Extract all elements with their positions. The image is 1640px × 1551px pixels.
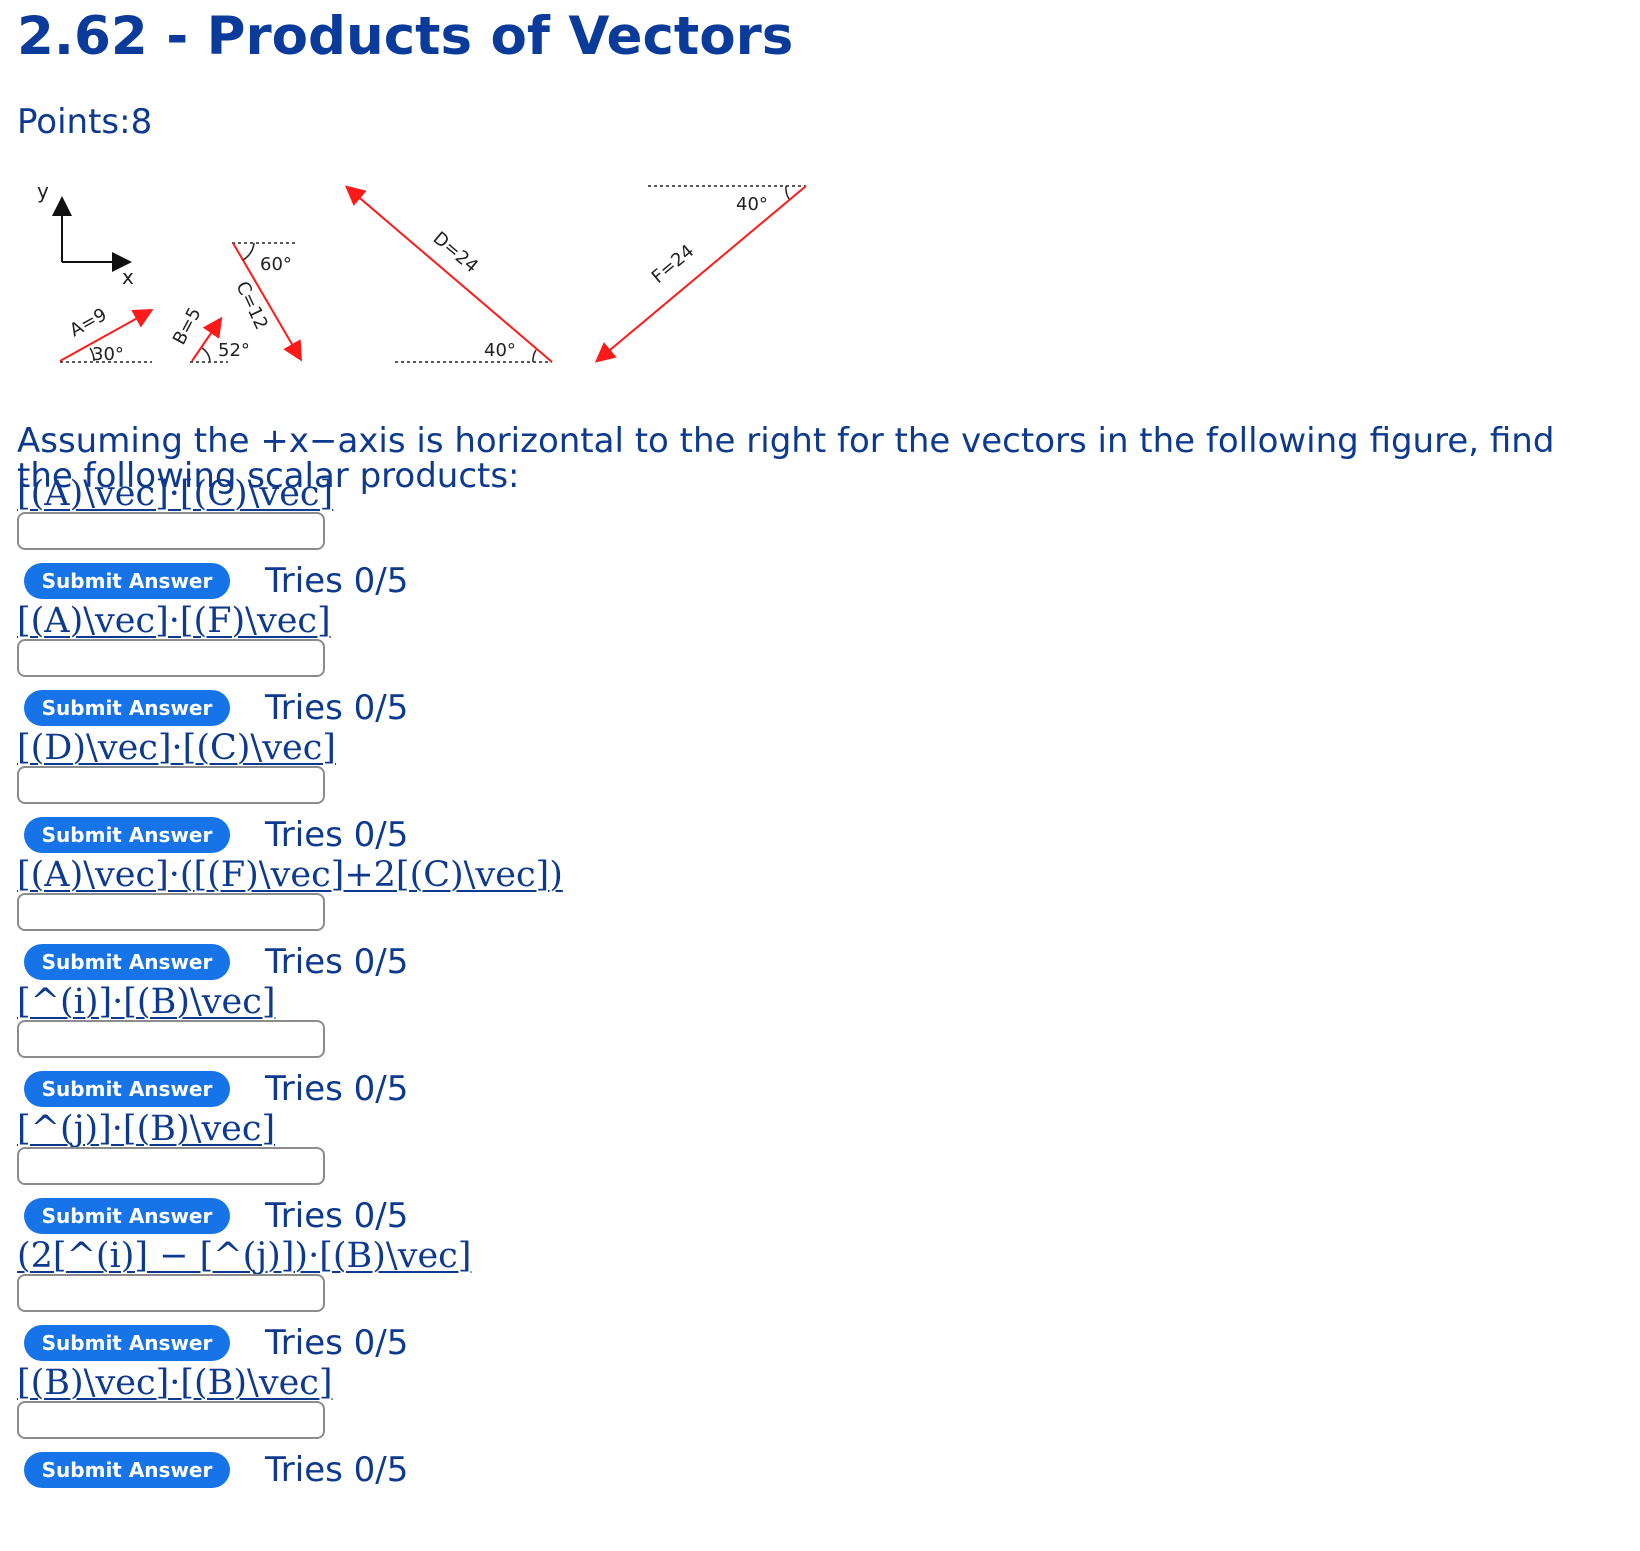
tries-counter: Tries 0/5 [265,688,409,728]
submit-answer-button[interactable]: Submit Answer [24,817,230,853]
tries-counter: Tries 0/5 [265,815,409,855]
question-6: [^(j)]·[(B)\vec] Submit Answer Tries 0/5 [17,1109,1217,1239]
question-1: [(A)\vec]·[(C)\vec] Submit Answer Tries … [17,474,1217,604]
vector-a-angle: 30° [92,344,124,365]
page-title: 2.62 - Products of Vectors [17,6,794,67]
submit-answer-button[interactable]: Submit Answer [24,1071,230,1107]
question-7: (2[^(i)] − [^(j)])·[(B)\vec] Submit Answ… [17,1236,1217,1366]
vector-a: 30° A=9 [59,304,154,365]
question-4: [(A)\vec]·([(F)\vec]+2[(C)\vec]) Submit … [17,855,1217,985]
question-expression: [(A)\vec]·[(C)\vec] [17,474,334,514]
answer-input[interactable] [17,893,325,931]
answer-input[interactable] [17,1020,325,1058]
question-expression: [(A)\vec]·[(F)\vec] [17,601,331,641]
submit-answer-button[interactable]: Submit Answer [24,1325,230,1361]
submit-answer-button[interactable]: Submit Answer [24,1198,230,1234]
vector-d-label: D=24 [429,228,482,277]
submit-answer-button[interactable]: Submit Answer [24,690,230,726]
vector-b-label: B=5 [169,304,206,348]
question-expression: [(D)\vec]·[(C)\vec] [17,728,336,768]
tries-counter: Tries 0/5 [265,1196,409,1236]
vector-f-angle: 40° [736,194,768,215]
question-5: [^(i)]·[(B)\vec] Submit Answer Tries 0/5 [17,982,1217,1112]
vector-f-label: F=24 [648,241,699,288]
vector-b-angle: 52° [218,340,250,361]
question-expression: [(B)\vec]·[(B)\vec] [17,1363,333,1403]
answer-input[interactable] [17,1274,325,1312]
vector-f: 40° F=24 [594,185,807,363]
submit-answer-button[interactable]: Submit Answer [24,563,230,599]
question-8: [(B)\vec]·[(B)\vec] Submit Answer Tries … [17,1363,1217,1493]
tries-counter: Tries 0/5 [265,1450,409,1490]
tries-counter: Tries 0/5 [265,1323,409,1363]
axis-x-label: x [122,265,134,289]
points-label: Points:8 [17,102,153,142]
question-3: [(D)\vec]·[(C)\vec] Submit Answer Tries … [17,728,1217,858]
question-expression: (2[^(i)] − [^(j)])·[(B)\vec] [17,1236,472,1276]
question-2: [(A)\vec]·[(F)\vec] Submit Answer Tries … [17,601,1217,731]
answer-input[interactable] [17,1401,325,1439]
vector-figure: y x 30° A=9 52° B=5 60° C=12 40° D=24 40… [37,180,807,365]
question-expression: [(A)\vec]·([(F)\vec]+2[(C)\vec]) [17,855,563,895]
question-expression: [^(j)]·[(B)\vec] [17,1109,276,1149]
tries-counter: Tries 0/5 [265,942,409,982]
axes-icon: y x [37,180,134,289]
axis-y-label: y [37,180,49,203]
tries-counter: Tries 0/5 [265,1069,409,1109]
vector-c-label: C=12 [231,278,271,333]
vector-c-angle: 60° [260,254,292,275]
vector-d-angle: 40° [484,340,516,361]
submit-answer-button[interactable]: Submit Answer [24,944,230,980]
question-expression: [^(i)]·[(B)\vec] [17,982,276,1022]
vector-d: 40° D=24 [344,185,553,363]
answer-input[interactable] [17,639,325,677]
vector-b: 52° B=5 [169,304,250,363]
answer-input[interactable] [17,1147,325,1185]
tries-counter: Tries 0/5 [265,561,409,601]
submit-answer-button[interactable]: Submit Answer [24,1452,230,1488]
answer-input[interactable] [17,766,325,804]
answer-input[interactable] [17,512,325,550]
